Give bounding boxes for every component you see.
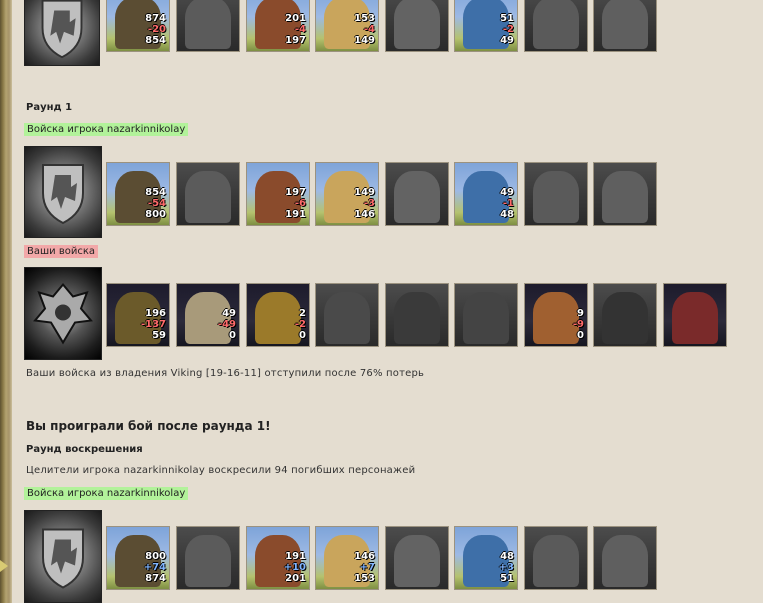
dark-faction-crest-icon	[24, 267, 102, 360]
unit-lizard-slot[interactable]: 196 -137 59	[106, 283, 170, 347]
unit-cavalier-slot[interactable]: 197 -6 191	[246, 162, 310, 226]
unit-empty-peasant-slot[interactable]	[176, 0, 240, 52]
unit-peasant-slot[interactable]: 854 -54 800	[106, 162, 170, 226]
unit-crossbowman-slot[interactable]	[385, 162, 449, 226]
unit-skeleton-slot[interactable]: 49 -49 0	[176, 283, 240, 347]
unit-griffin-slot[interactable]: 149 -3 146	[315, 162, 379, 226]
unit-golem-slot[interactable]	[385, 283, 449, 347]
unit-troll-slot[interactable]	[454, 283, 518, 347]
unit-cavalier-slot[interactable]: 191 +10 201	[246, 526, 310, 590]
unit-dragon-slot[interactable]	[315, 283, 379, 347]
player-army-label: Войска игрока nazarkinnikolay	[24, 487, 189, 500]
unit-footman-slot[interactable]	[524, 162, 588, 226]
unit-reaper-slot[interactable]	[593, 283, 657, 347]
unit-priest-slot[interactable]: 51 -2 49	[454, 0, 518, 52]
left-frame-border	[0, 0, 12, 603]
unit-gargoyle-slot[interactable]: 2 -2 0	[246, 283, 310, 347]
unit-peasant-slot[interactable]: 800 +74 874	[106, 526, 170, 590]
player-army-label: Войска игрока nazarkinnikolay	[24, 123, 189, 136]
unit-footman-slot[interactable]	[524, 526, 588, 590]
unit-monk-slot[interactable]	[593, 0, 657, 52]
retreat-message: Ваши войска из владения Viking [19-16-11…	[26, 368, 425, 379]
unit-griffin-slot[interactable]: 153 -4 149	[315, 0, 379, 52]
unit-empty-peasant-slot[interactable]	[176, 526, 240, 590]
round-title: Раунд 1	[26, 102, 73, 113]
unit-monk-slot[interactable]	[593, 162, 657, 226]
battle-log: 874 -20 854 201 -4 197 153 -4 149 51 -2 49 Раунд…	[24, 0, 763, 603]
enemy-army-label: Ваши войска	[24, 245, 98, 258]
unit-cavalier-slot[interactable]: 201 -4 197	[246, 0, 310, 52]
human-faction-crest-icon	[24, 0, 100, 66]
human-faction-crest-icon	[24, 510, 102, 603]
unit-medusa-slot[interactable]: 9 -9 0	[524, 283, 588, 347]
unit-crossbowman-slot[interactable]	[385, 0, 449, 52]
unit-priest-slot[interactable]: 48 +3 51	[454, 526, 518, 590]
unit-priest-slot[interactable]: 49 -1 48	[454, 162, 518, 226]
unit-tower-slot[interactable]	[663, 283, 727, 347]
unit-griffin-slot[interactable]: 146 +7 153	[315, 526, 379, 590]
unit-empty-peasant-slot[interactable]	[176, 162, 240, 226]
human-faction-crest-icon	[24, 146, 102, 238]
resurrection-message: Целители игрока nazarkinnikolay воскреси…	[26, 465, 416, 476]
unit-footman-slot[interactable]	[524, 0, 588, 52]
scroll-arrow-icon[interactable]	[0, 560, 8, 572]
battle-result: Вы проиграли бой после раунда 1!	[26, 419, 271, 433]
unit-peasant-slot[interactable]: 874 -20 854	[106, 0, 170, 52]
resurrection-title: Раунд воскрешения	[26, 444, 143, 455]
unit-crossbowman-slot[interactable]	[385, 526, 449, 590]
unit-monk-slot[interactable]	[593, 526, 657, 590]
